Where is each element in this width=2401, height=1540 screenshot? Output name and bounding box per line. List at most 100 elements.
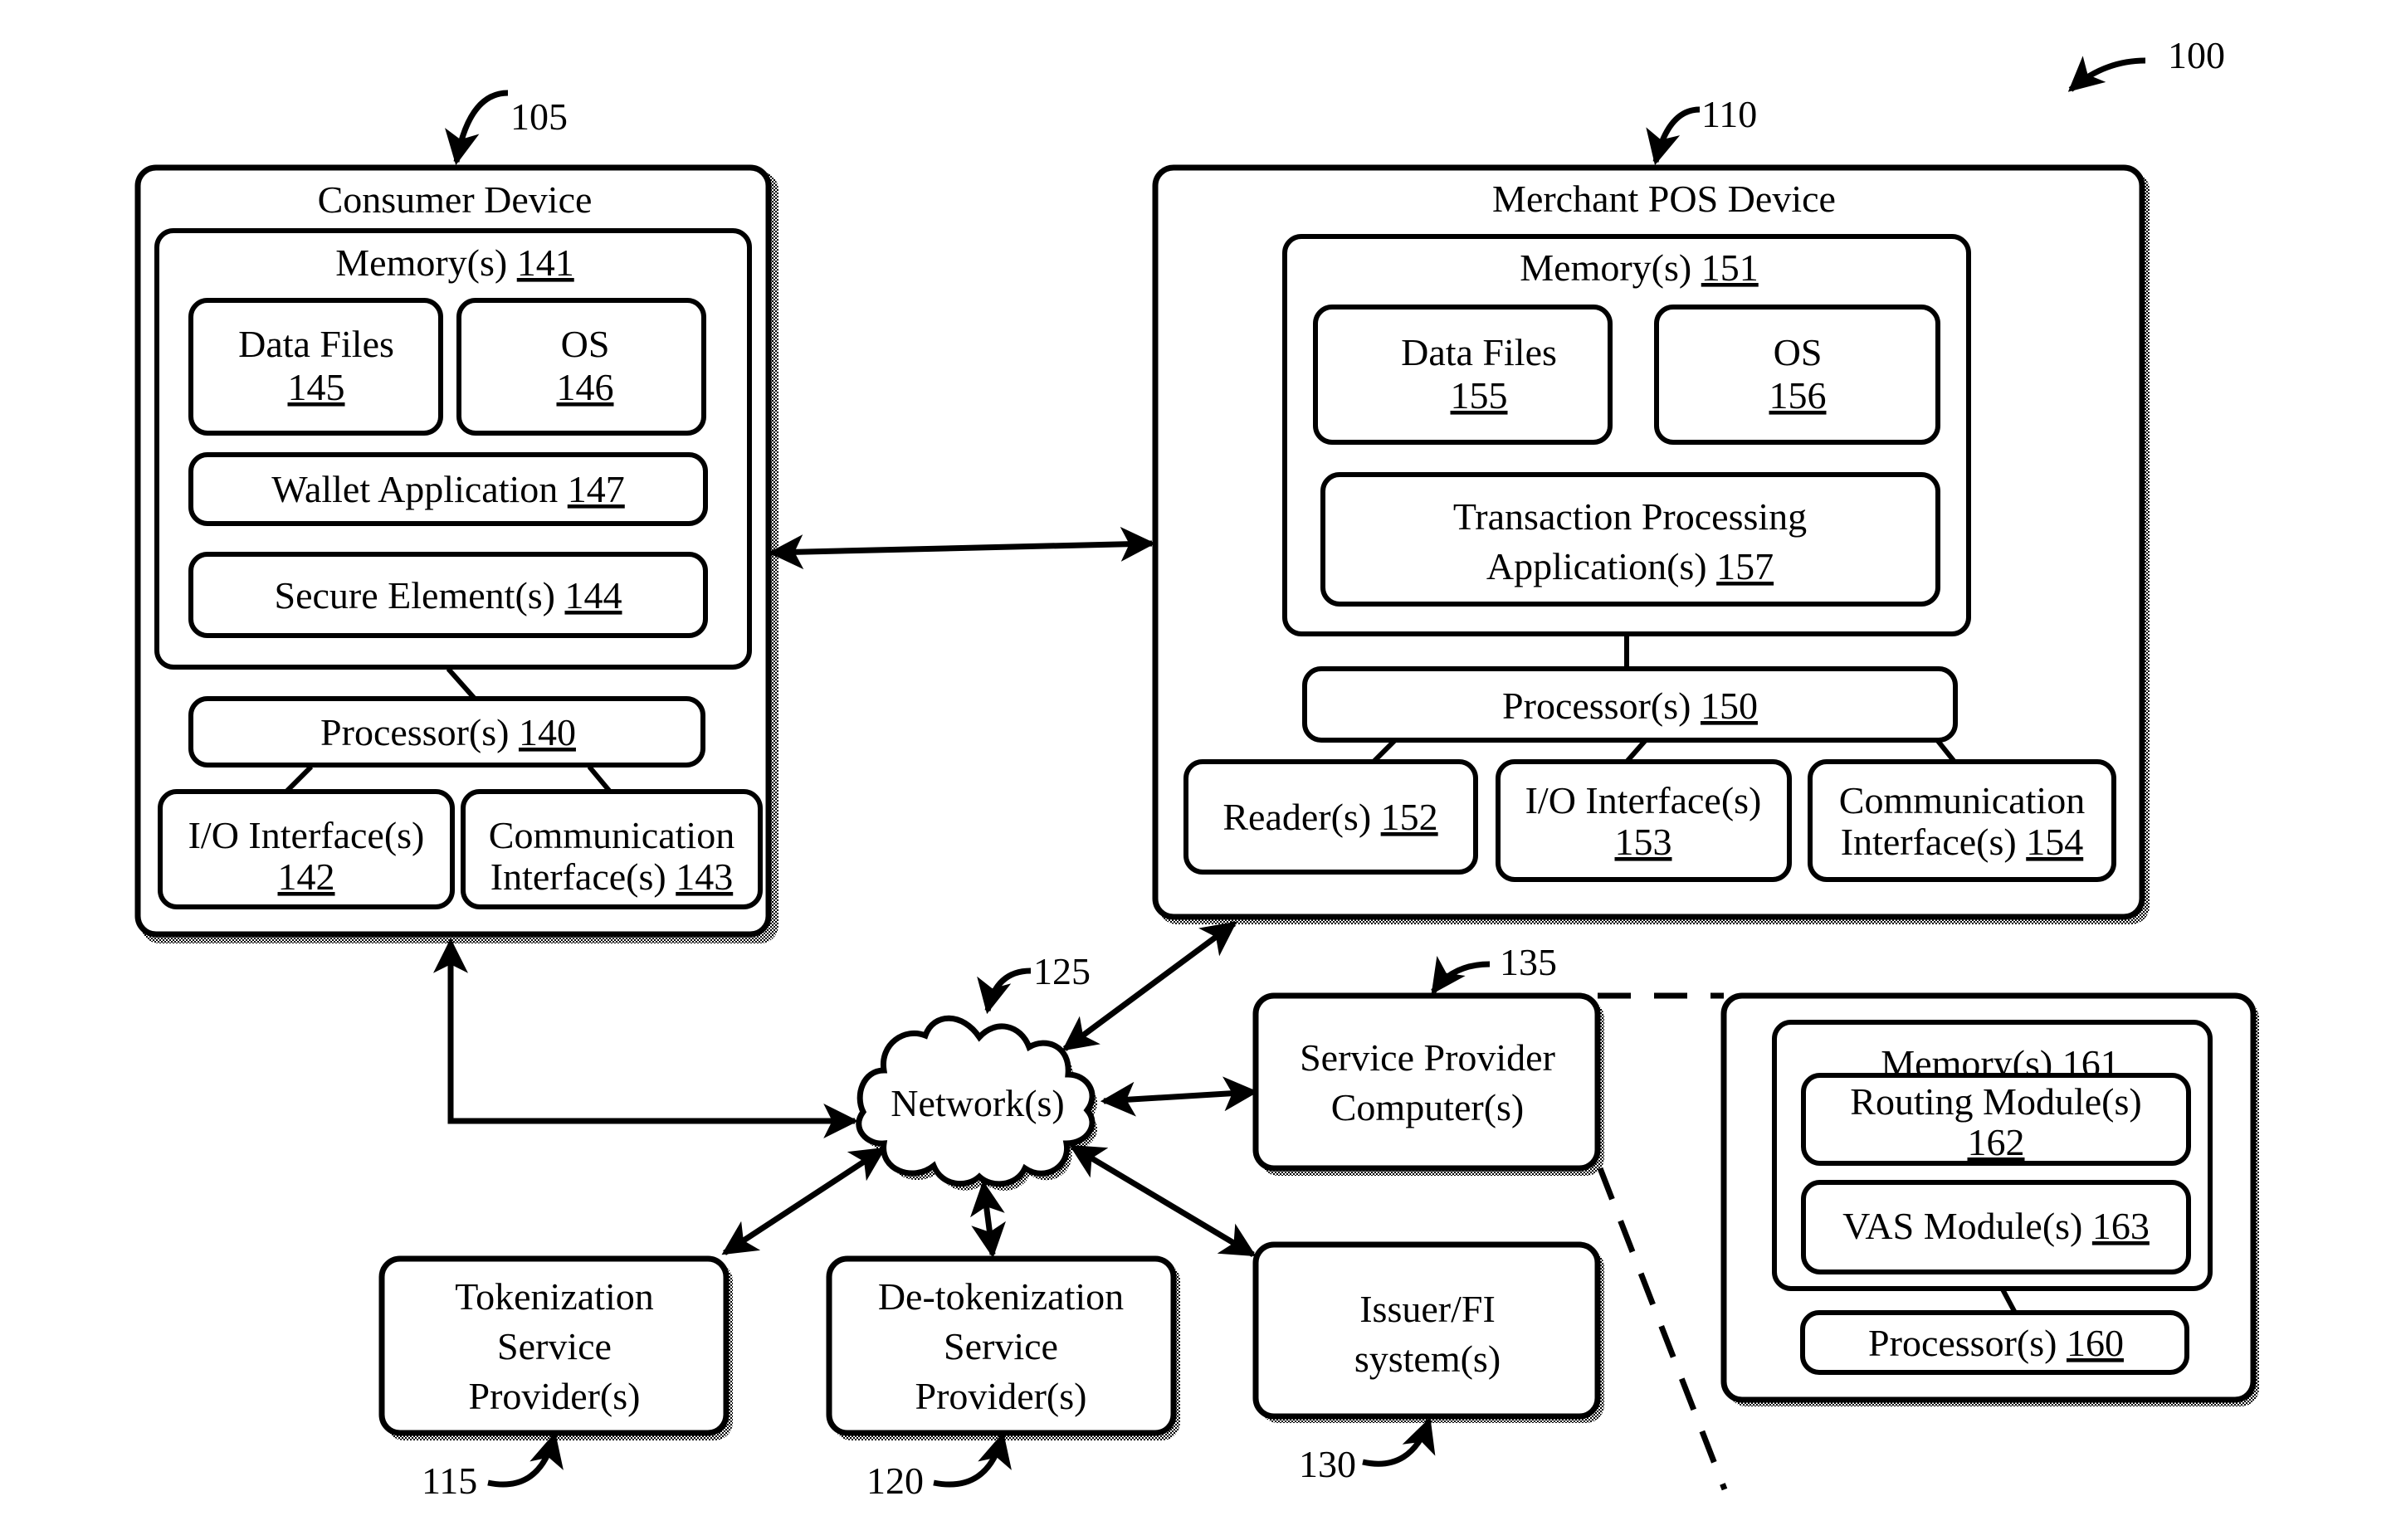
- wallet-num: 147: [568, 468, 625, 510]
- consumer-io-label: I/O Interface(s): [188, 814, 425, 856]
- consumer-io-interface[interactable]: I/O Interface(s) 142: [158, 789, 455, 909]
- reader-label: Reader(s): [1222, 796, 1371, 838]
- routing-label: Routing Module(s): [1850, 1080, 2141, 1123]
- merchant-comm-num: 154: [2026, 821, 2083, 863]
- consumer-data-files-num: 145: [288, 366, 345, 408]
- merchant-transaction-app[interactable]: Transaction Processing Application(s) 15…: [1320, 472, 1940, 607]
- tokenization-line3: Provider(s): [469, 1375, 641, 1417]
- system-diagram: 100 Consumer Device Memory(s) 141 Data F…: [134, 34, 2259, 1502]
- consumer-processor-label: Processor(s): [320, 711, 509, 753]
- merchant-os-label: OS: [1774, 331, 1823, 373]
- sp-routing-module[interactable]: Routing Module(s) 162: [1801, 1073, 2191, 1166]
- service-provider-detail[interactable]: Memory(s) 161 Routing Module(s) 162 VAS …: [1720, 992, 2259, 1406]
- merchant-io-interface[interactable]: I/O Interface(s) 153: [1496, 759, 1792, 882]
- svg-text:Interface(s) 143: Interface(s) 143: [490, 855, 733, 898]
- network-issuer-link: [1069, 1143, 1257, 1258]
- transaction-app-num: 157: [1716, 545, 1774, 587]
- sp-processor[interactable]: Processor(s) 160: [1800, 1310, 2189, 1375]
- merchant-processor-label: Processor(s): [1502, 685, 1691, 727]
- merchant-pos-ref: 110: [1646, 93, 1757, 166]
- merchant-pos-device[interactable]: Merchant POS Device Memory(s) 151 Data F…: [1152, 164, 2150, 924]
- consumer-device-title: Consumer Device: [318, 178, 593, 221]
- consumer-comm-num: 143: [676, 855, 733, 898]
- sp-vas-module[interactable]: VAS Module(s) 163: [1801, 1180, 2191, 1274]
- transaction-app-label1: Transaction Processing: [1453, 495, 1807, 538]
- consumer-communication-interface[interactable]: Communication Interface(s) 143: [461, 789, 763, 909]
- detokenization-service-provider[interactable]: De-tokenization Service Provider(s): [826, 1255, 1180, 1440]
- consumer-comm-label1: Communication: [489, 814, 734, 856]
- wallet-label: Wallet Application: [271, 468, 558, 510]
- consumer-secure-element[interactable]: Secure Element(s) 144: [188, 552, 708, 638]
- merchant-comm-label1: Communication: [1839, 779, 2085, 821]
- consumer-os-num: 146: [557, 366, 614, 408]
- detokenization-line2: Service: [944, 1325, 1058, 1367]
- ref-label-100: 100: [2168, 34, 2225, 76]
- merchant-os[interactable]: OS 156: [1654, 305, 1940, 445]
- consumer-merchant-link: [768, 526, 1156, 570]
- network-service-provider-link: [1100, 1076, 1259, 1117]
- consumer-data-files[interactable]: Data Files 145: [188, 298, 443, 436]
- svg-text:Interface(s) 154: Interface(s) 154: [1841, 821, 2083, 863]
- consumer-processor-num: 140: [519, 711, 576, 753]
- merchant-processor[interactable]: Processor(s) 150: [1302, 666, 1958, 743]
- merchant-data-files[interactable]: Data Files 155: [1313, 305, 1613, 445]
- transaction-app-label2: Application(s): [1486, 545, 1707, 587]
- svg-text:Processor(s) 150: Processor(s) 150: [1502, 685, 1758, 727]
- svg-text:Processor(s) 160: Processor(s) 160: [1868, 1322, 2124, 1364]
- merchant-io-num: 153: [1615, 821, 1672, 863]
- network-cloud[interactable]: Network(s): [856, 1015, 1098, 1191]
- routing-num: 162: [1968, 1121, 2025, 1163]
- network-tokenization-link: [721, 1147, 886, 1255]
- merchant-comm-label2: Interface(s): [1841, 821, 2017, 863]
- consumer-wallet-application[interactable]: Wallet Application 147: [188, 452, 708, 526]
- tokenization-line1: Tokenization: [455, 1275, 653, 1318]
- issuer-fi-systems[interactable]: Issuer/FI system(s): [1252, 1241, 1604, 1423]
- service-provider-ref: 135: [1431, 941, 1557, 995]
- svg-text:VAS Module(s) 163: VAS Module(s) 163: [1842, 1205, 2150, 1247]
- consumer-memory-num: 141: [517, 241, 574, 284]
- consumer-os-label: OS: [561, 323, 610, 365]
- ref-arrow-100: [2067, 56, 2146, 92]
- detokenization-line1: De-tokenization: [878, 1275, 1124, 1318]
- service-provider-label1: Service Provider: [1300, 1036, 1555, 1079]
- ref-label-130: 130: [1299, 1443, 1356, 1485]
- secure-element-label: Secure Element(s): [275, 574, 555, 616]
- merchant-os-num: 156: [1769, 374, 1827, 417]
- sp-processor-label: Processor(s): [1868, 1322, 2057, 1364]
- ref-label-120: 120: [866, 1460, 924, 1502]
- consumer-network-link: [433, 938, 859, 1138]
- svg-text:Reader(s) 152: Reader(s) 152: [1222, 796, 1437, 838]
- ref-label-105: 105: [510, 95, 568, 138]
- detokenization-ref: 120: [866, 1431, 1012, 1502]
- tokenization-service-provider[interactable]: Tokenization Service Provider(s): [378, 1255, 733, 1440]
- issuer-line1: Issuer/FI: [1359, 1288, 1496, 1330]
- svg-text:Secure Element(s) 144: Secure Element(s) 144: [275, 574, 622, 616]
- consumer-os[interactable]: OS 146: [456, 298, 706, 436]
- service-provider-label2: Computer(s): [1331, 1086, 1525, 1128]
- consumer-device-ref: 105: [445, 90, 568, 166]
- svg-text:Memory(s) 151: Memory(s) 151: [1520, 246, 1758, 289]
- consumer-processor[interactable]: Processor(s) 140: [188, 696, 705, 768]
- merchant-communication-interface[interactable]: Communication Interface(s) 154: [1808, 759, 2116, 882]
- merchant-memory-label: Memory(s): [1520, 246, 1691, 289]
- consumer-data-files-label: Data Files: [238, 323, 394, 365]
- callout-dash-bottom: [1597, 1167, 1728, 1491]
- tokenization-ref: 115: [422, 1431, 564, 1502]
- network-detokenization-link: [970, 1180, 1006, 1259]
- merchant-pos-title: Merchant POS Device: [1492, 178, 1836, 220]
- svg-text:Wallet Application 147: Wallet Application 147: [271, 468, 625, 510]
- consumer-device[interactable]: Consumer Device Memory(s) 141 Data Files…: [134, 164, 778, 943]
- svg-text:Processor(s) 140: Processor(s) 140: [320, 711, 576, 753]
- svg-text:Memory(s) 141: Memory(s) 141: [335, 241, 573, 284]
- merchant-reader[interactable]: Reader(s) 152: [1183, 759, 1478, 875]
- vas-num: 163: [2092, 1205, 2150, 1247]
- secure-element-num: 144: [564, 574, 622, 616]
- merchant-io-label: I/O Interface(s): [1525, 779, 1762, 821]
- ref-label-125: 125: [1033, 950, 1091, 992]
- issuer-ref: 130: [1299, 1417, 1436, 1485]
- ref-label-115: 115: [422, 1460, 477, 1502]
- merchant-memory-num: 151: [1701, 246, 1759, 289]
- vas-label: VAS Module(s): [1842, 1205, 2082, 1247]
- service-provider-computers[interactable]: Service Provider Computer(s): [1252, 992, 1604, 1176]
- merchant-data-files-num: 155: [1451, 374, 1508, 417]
